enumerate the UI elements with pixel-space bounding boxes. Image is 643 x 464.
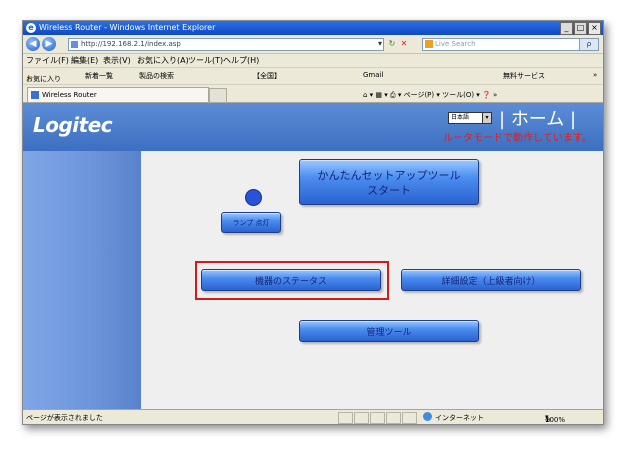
status-cell — [402, 412, 417, 424]
mode-status: ルータモードで動作しています。 — [443, 133, 592, 144]
menu-file[interactable]: ファイル(F) — [26, 55, 69, 66]
print-icon[interactable]: ⎙ — [390, 91, 396, 99]
home-icon[interactable]: ⌂ — [363, 91, 367, 99]
page-icon — [31, 91, 39, 99]
favorites-bar: ★ お気に入り 新着一覧 製品の検索 【全国】 Gmail 無料サービス » — [23, 68, 603, 85]
dropdown-icon[interactable]: ▾ — [375, 39, 385, 49]
language-value: 日本語 — [451, 114, 470, 121]
search-button[interactable]: ρ — [579, 38, 599, 51]
stop-icon[interactable]: ✕ — [399, 39, 409, 49]
lamp-button[interactable]: ランプ 点灯 — [221, 212, 281, 233]
minimize-button[interactable]: _ — [560, 22, 573, 35]
zone-label: インターネット — [435, 414, 484, 422]
lamp-indicator — [245, 189, 262, 206]
status-cell — [386, 412, 401, 424]
search-input[interactable]: Live Search — [422, 38, 588, 51]
menu-view[interactable]: 表示(V) — [103, 55, 131, 66]
globe-icon — [423, 412, 432, 421]
chevron-right-icon[interactable]: » — [593, 71, 597, 79]
zoom-control[interactable]: ⊕ 100% ▾ — [545, 413, 565, 424]
status-bar: ページが表示されました インターネット ⊕ 100% ▾ — [23, 409, 603, 424]
logo: Logitec — [33, 113, 113, 137]
advanced-settings-button[interactable]: 詳細設定（上級者向け） — [401, 269, 581, 291]
command-bar[interactable]: ⌂ ▾ ▦ ▾ ⎙ ▾ ページ(P) ▾ ツール(O) ▾ ❓ » — [363, 90, 497, 100]
home-label: ホーム — [510, 109, 565, 130]
close-button[interactable]: × — [588, 22, 601, 35]
back-button[interactable]: ◀ — [26, 37, 40, 51]
page-content: Logitec 日本語 ▾ | ホーム | ルータモードで動作しています。 かん… — [23, 103, 603, 409]
left-panel — [23, 151, 141, 409]
setup-tool-button[interactable]: かんたんセットアップツール スタート — [299, 159, 479, 205]
menu-help[interactable]: ヘルプ(H) — [223, 55, 259, 66]
fav-link-4[interactable]: Gmail — [363, 71, 383, 79]
main-area: かんたんセットアップツール スタート ランプ 点灯 機器のステータス 詳細設定（… — [141, 151, 603, 409]
fav-link-5[interactable]: 無料サービス — [503, 71, 545, 81]
language-select[interactable]: 日本語 ▾ — [448, 112, 492, 124]
status-cell — [354, 412, 369, 424]
admin-tools-button[interactable]: 管理ツール — [299, 320, 479, 342]
favorites-label: お気に入り — [26, 75, 61, 83]
feeds-icon[interactable]: ▦ — [375, 91, 382, 99]
menu-bar: ファイル(F) 編集(E) 表示(V) お気に入り(A) ツール(T) ヘルプ(… — [23, 54, 603, 68]
fav-link-1[interactable]: 新着一覧 — [85, 71, 113, 81]
home-title: | ホーム | — [499, 109, 577, 130]
router-header: Logitec 日本語 ▾ | ホーム | ルータモードで動作しています。 — [23, 103, 603, 151]
zoom-label: 100% — [545, 416, 566, 424]
maximize-button[interactable]: □ — [574, 22, 587, 35]
status-cell — [338, 412, 353, 424]
setup-line2: スタート — [367, 184, 411, 197]
chevron-down-icon: ▾ — [482, 113, 491, 123]
status-text: ページが表示されました — [26, 414, 103, 422]
menu-edit[interactable]: 編集(E) — [71, 55, 98, 66]
tab-wireless-router[interactable]: Wireless Router — [27, 87, 209, 102]
address-bar[interactable]: http://192.168.2.1/index.asp — [68, 38, 384, 51]
forward-button[interactable]: ▶ — [42, 37, 56, 51]
device-status-button[interactable]: 機器のステータス — [201, 269, 381, 291]
page-icon — [71, 41, 78, 48]
command-bar-label: ページ(P) ▾ ツール(O) ▾ — [403, 91, 480, 99]
advanced-settings-label: 詳細設定（上級者向け） — [441, 277, 541, 287]
lamp-label: ランプ 点灯 — [232, 219, 270, 227]
menu-favorites[interactable]: お気に入り(A) — [137, 55, 189, 66]
address-row: ◀ ▶ http://192.168.2.1/index.asp ▾ ↻ ✕ L… — [23, 35, 603, 54]
browser-window: e Wireless Router - Windows Internet Exp… — [22, 20, 604, 425]
admin-tools-label: 管理ツール — [366, 328, 412, 338]
live-search-icon — [425, 40, 433, 48]
address-url: http://192.168.2.1/index.asp — [81, 40, 181, 48]
device-status-label: 機器のステータス — [254, 277, 327, 287]
window-title: Wireless Router - Windows Internet Explo… — [39, 23, 216, 32]
status-cell — [370, 412, 385, 424]
fav-link-2[interactable]: 製品の検索 — [139, 71, 174, 81]
help-icon[interactable]: ❓ — [482, 91, 491, 99]
search-placeholder: Live Search — [435, 40, 476, 48]
refresh-icon[interactable]: ↻ — [387, 39, 397, 49]
title-bar: e Wireless Router - Windows Internet Exp… — [23, 21, 603, 35]
tab-row: Wireless Router ⌂ ▾ ▦ ▾ ⎙ ▾ ページ(P) ▾ ツール… — [23, 85, 603, 103]
menu-tools[interactable]: ツール(T) — [188, 55, 223, 66]
ie-icon: e — [26, 23, 36, 33]
tab-label: Wireless Router — [42, 91, 97, 99]
fav-link-3[interactable]: 【全国】 — [253, 71, 281, 81]
new-tab-button[interactable] — [209, 88, 227, 103]
setup-line1: かんたんセットアップツール — [317, 169, 461, 182]
